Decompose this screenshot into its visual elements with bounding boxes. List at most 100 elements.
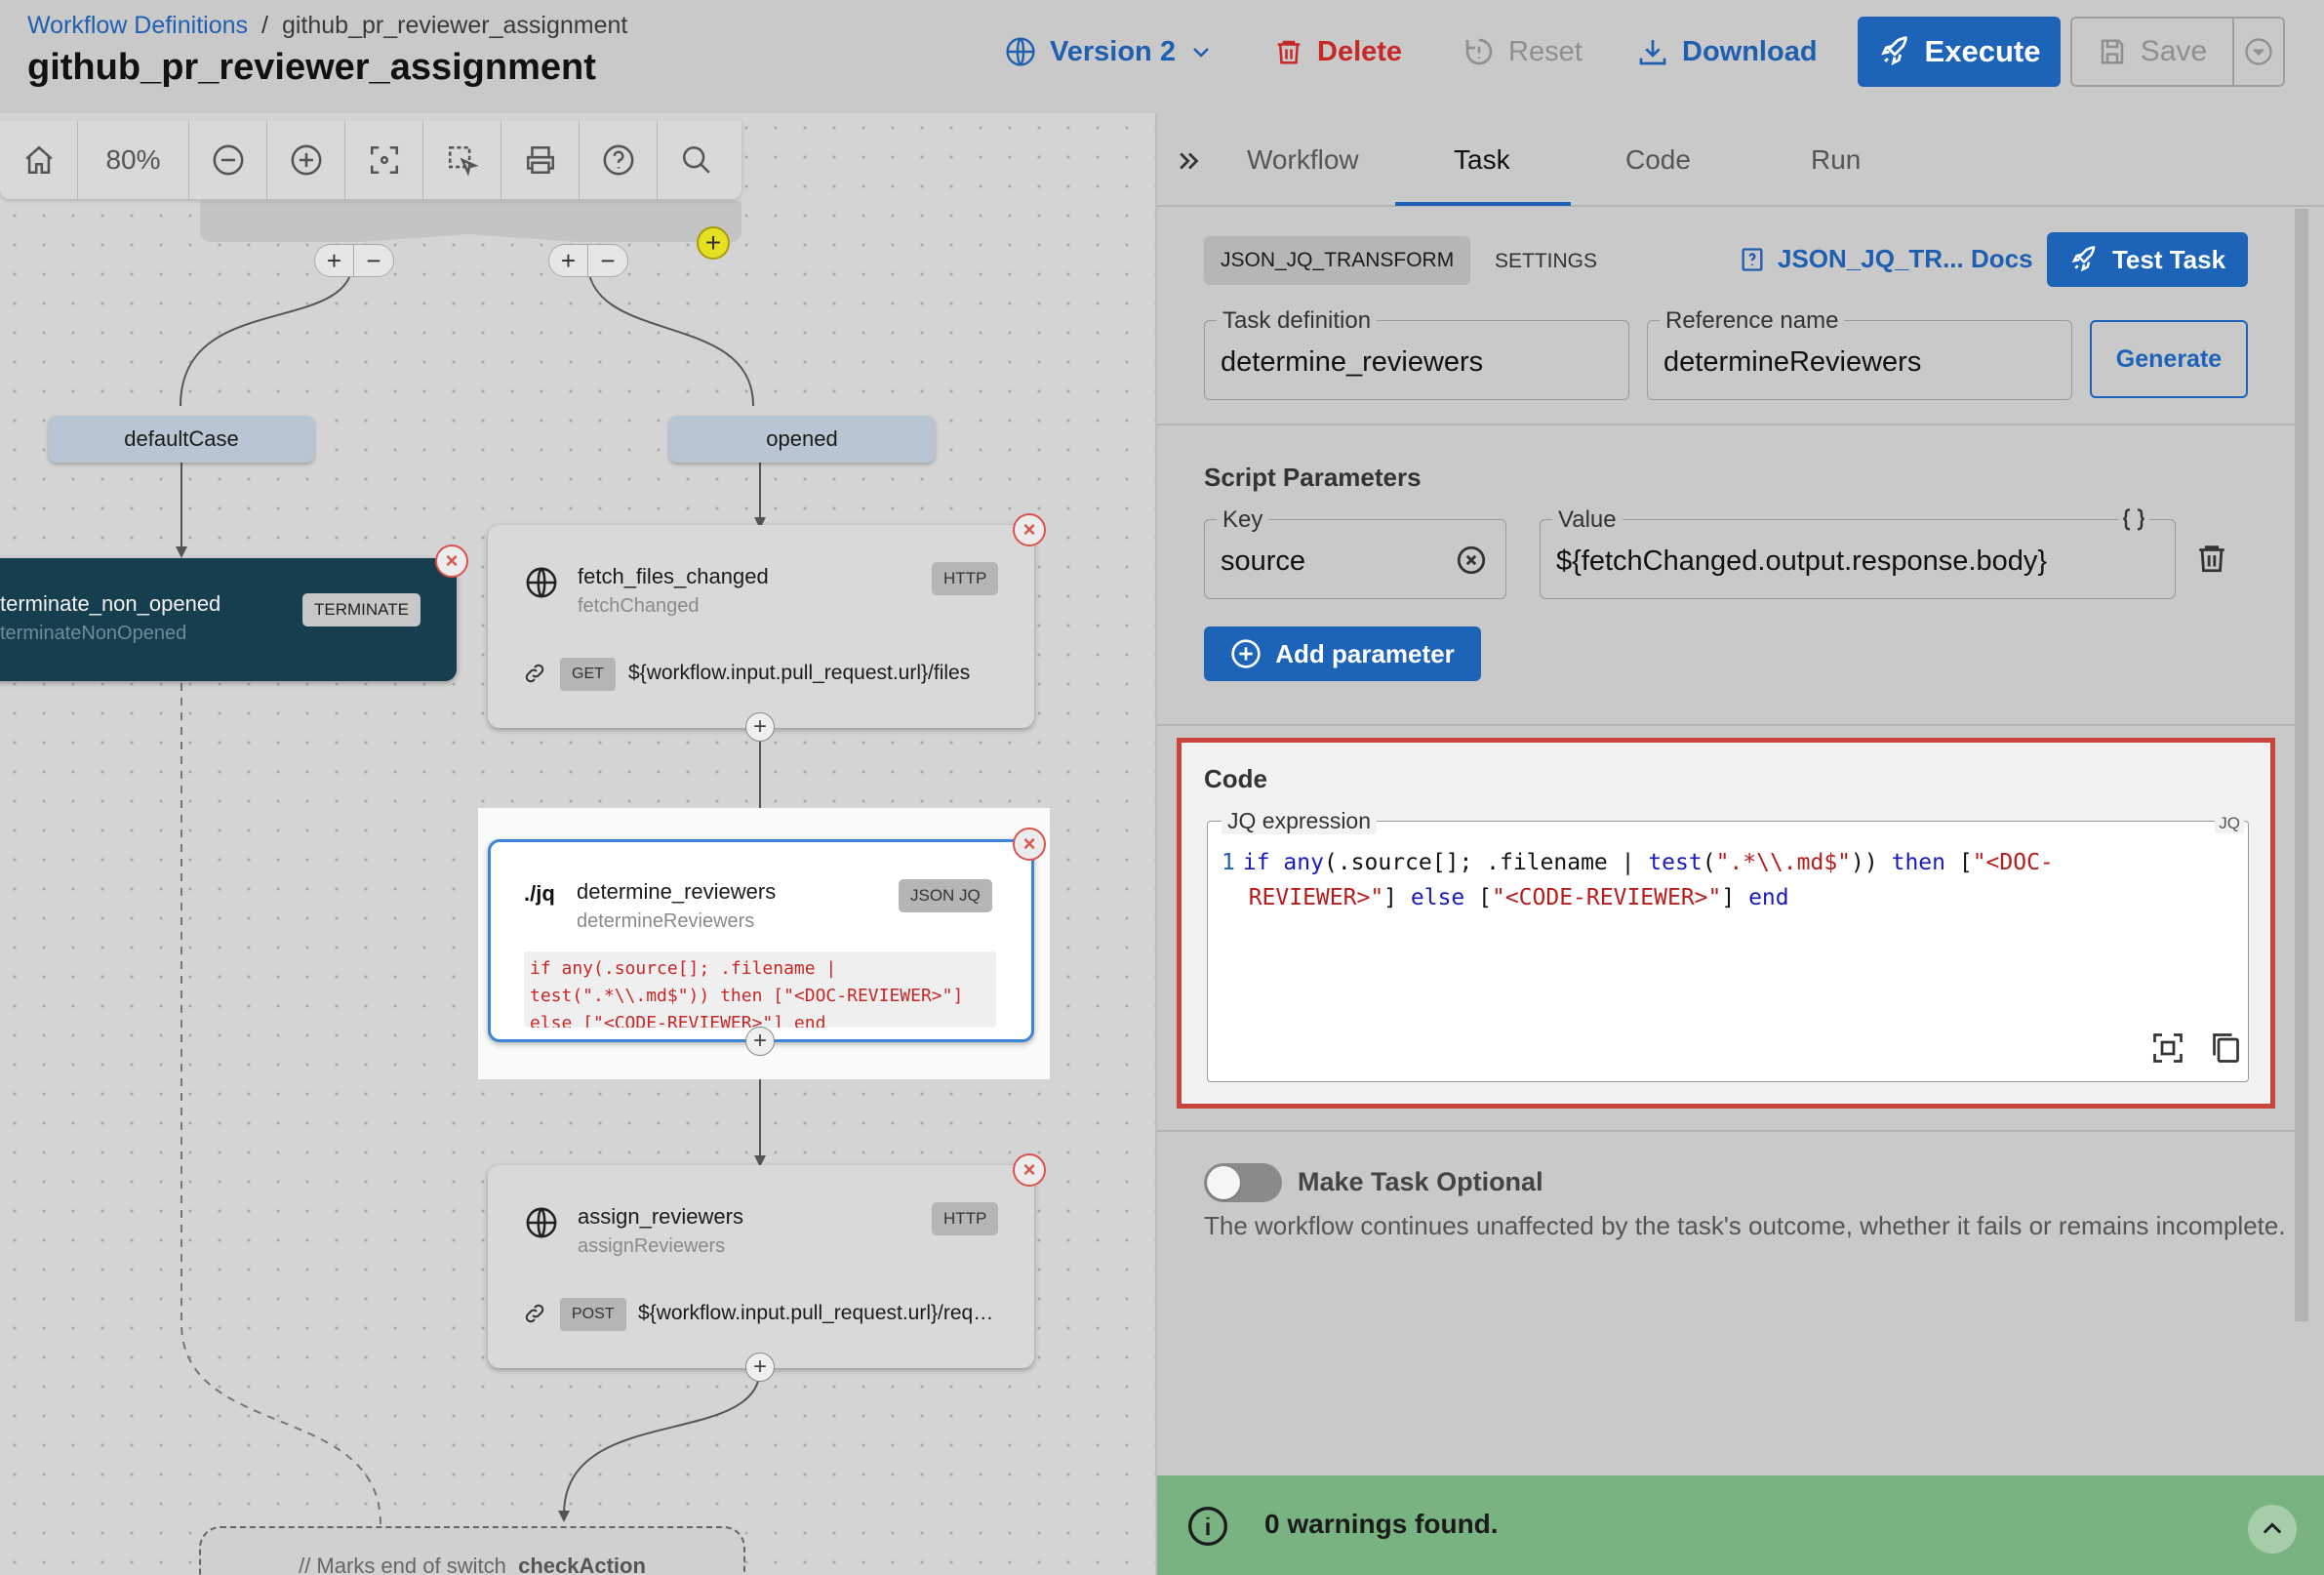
collapse-panel-icon[interactable]: [1175, 146, 1204, 176]
link-icon: [525, 664, 544, 683]
docs-book-icon: [1742, 247, 1763, 271]
param-value-value: ${fetchChanged.output.response.body}: [1556, 545, 2048, 577]
remove-case-button[interactable]: −: [588, 245, 627, 276]
panel-scrollbar[interactable]: [2295, 209, 2308, 1321]
info-icon: [1188, 1507, 1227, 1546]
delete-param-icon[interactable]: [2195, 541, 2228, 576]
reset-icon: [1465, 38, 1493, 65]
task-node-assign-reviewers[interactable]: assign_reviewers assignReviewers HTTP PO…: [488, 1165, 1034, 1368]
optional-title: Make Task Optional: [1298, 1167, 1543, 1196]
jq-expression-editor[interactable]: JQ expression JQ 1 if any(.source[]; .fil…: [1207, 808, 2249, 1082]
version-dropdown[interactable]: Version 2: [1005, 21, 1213, 82]
json-braces-icon[interactable]: [2118, 505, 2149, 536]
save-button[interactable]: Save: [2070, 17, 2234, 87]
link-icon: [525, 1304, 544, 1323]
print-button[interactable]: [501, 121, 580, 199]
zoom-out-icon: [213, 144, 243, 176]
fit-view-button[interactable]: [345, 121, 423, 199]
delete-task-button[interactable]: ×: [1013, 513, 1046, 546]
task-node-determine-reviewers[interactable]: ./jq determine_reviewers determineReview…: [488, 839, 1034, 1042]
task-definition-value: determine_reviewers: [1221, 346, 1484, 378]
end-switch-node[interactable]: // Marks end of switch checkAction: [199, 1526, 745, 1575]
section-divider: [1157, 724, 2308, 726]
reset-button[interactable]: Reset: [1463, 21, 1583, 82]
http-method-badge: GET: [560, 658, 616, 691]
download-button[interactable]: Download: [1637, 21, 1818, 82]
page-title: github_pr_reviewer_assignment: [27, 47, 596, 88]
fullscreen-icon[interactable]: [2150, 1030, 2185, 1066]
tab-run[interactable]: Run: [1811, 144, 1861, 176]
settings-tab[interactable]: SETTINGS: [1495, 250, 1597, 273]
copy-icon[interactable]: [2207, 1030, 2242, 1066]
tab-code[interactable]: Code: [1625, 144, 1691, 176]
zoom-in-icon: [291, 144, 321, 176]
fit-view-icon: [370, 145, 398, 175]
task-node-ref: fetchChanged: [578, 595, 700, 617]
generate-button[interactable]: Generate: [2090, 320, 2248, 398]
breadcrumb-workflow-definitions[interactable]: Workflow Definitions: [27, 12, 248, 39]
zoom-level: 80%: [78, 121, 189, 199]
http-url: ${workflow.input.pull_request.url}/files: [628, 662, 971, 684]
home-icon: [24, 145, 53, 175]
task-definition-field[interactable]: Task definition determine_reviewers: [1204, 307, 1629, 400]
remove-case-button[interactable]: −: [354, 245, 393, 276]
task-node-ref: assignReviewers: [578, 1235, 726, 1257]
task-type-chip[interactable]: JSON_JQ_TRANSFORM: [1204, 236, 1471, 285]
delete-button[interactable]: Delete: [1274, 21, 1402, 82]
task-node-terminate[interactable]: terminate_non_opened terminateNonOpened …: [0, 558, 457, 681]
case-opened[interactable]: opened: [669, 416, 935, 463]
rocket-icon: [1880, 36, 1907, 65]
optional-description: The workflow continues unaffected by the…: [1204, 1211, 2286, 1240]
delete-task-button[interactable]: ×: [435, 545, 468, 578]
select-area-button[interactable]: [423, 121, 501, 199]
reference-name-field[interactable]: Reference name determineReviewers: [1647, 307, 2072, 400]
param-value-field[interactable]: Value ${fetchChanged.output.response.bod…: [1540, 505, 2176, 599]
expand-warnings-button[interactable]: [2248, 1505, 2297, 1554]
section-divider: [1157, 1130, 2308, 1132]
clear-circle-icon[interactable]: [1455, 544, 1488, 577]
task-node-title: fetch_files_changed: [578, 564, 769, 588]
tab-task[interactable]: Task: [1454, 144, 1510, 176]
zoom-out-button[interactable]: [189, 121, 267, 199]
test-task-button[interactable]: Test Task: [2047, 232, 2248, 287]
zoom-in-button[interactable]: [267, 121, 345, 199]
download-label: Download: [1682, 35, 1818, 67]
task-node-fetch-files[interactable]: fetch_files_changed fetchChanged HTTP GE…: [488, 525, 1034, 728]
default-case-plus-minus: + −: [314, 244, 394, 277]
download-icon: [1639, 40, 1666, 65]
opened-case-plus-minus: + −: [548, 244, 628, 277]
add-task-button[interactable]: +: [315, 245, 354, 276]
param-key-label: Key: [1217, 506, 1269, 534]
workflow-canvas[interactable]: 80% + − + − + defaultCase opened termina…: [0, 113, 1155, 1575]
tab-workflow[interactable]: Workflow: [1247, 144, 1359, 176]
task-type-badge: HTTP: [932, 562, 999, 595]
active-tab-indicator: [1395, 202, 1571, 206]
optional-toggle[interactable]: [1204, 1163, 1282, 1202]
add-task-button[interactable]: +: [745, 712, 775, 742]
add-task-button[interactable]: +: [745, 1353, 775, 1382]
help-button[interactable]: [580, 121, 658, 199]
breadcrumb-current: github_pr_reviewer_assignment: [281, 12, 628, 39]
save-options-dropdown[interactable]: [2232, 17, 2285, 87]
docs-link[interactable]: JSON_JQ_TR... Docs: [1739, 244, 2033, 274]
search-button[interactable]: [658, 121, 736, 199]
case-default[interactable]: defaultCase: [49, 416, 314, 463]
param-key-field[interactable]: Key source: [1204, 506, 1506, 599]
add-task-button[interactable]: +: [745, 1027, 775, 1056]
end-switch-name: checkAction: [518, 1554, 646, 1575]
http-url: ${workflow.input.pull_request.url}/reque…: [638, 1302, 999, 1324]
add-parameter-label: Add parameter: [1275, 638, 1455, 668]
add-case-button[interactable]: +: [697, 226, 730, 260]
home-button[interactable]: [0, 121, 78, 199]
delete-task-button[interactable]: ×: [1013, 1153, 1046, 1187]
add-parameter-button[interactable]: Add parameter: [1204, 626, 1481, 681]
jq-language-tag: JQ: [2215, 814, 2244, 833]
jq-icon: ./jq: [524, 881, 555, 906]
warnings-bar[interactable]: 0 warnings found.: [1157, 1475, 2324, 1575]
script-parameters-title: Script Parameters: [1204, 463, 1422, 492]
execute-button[interactable]: Execute: [1858, 17, 2061, 87]
canvas-toolbar: 80%: [0, 121, 741, 199]
delete-task-button[interactable]: ×: [1013, 828, 1046, 861]
add-task-button[interactable]: +: [549, 245, 588, 276]
task-node-ref: determineReviewers: [577, 910, 755, 932]
